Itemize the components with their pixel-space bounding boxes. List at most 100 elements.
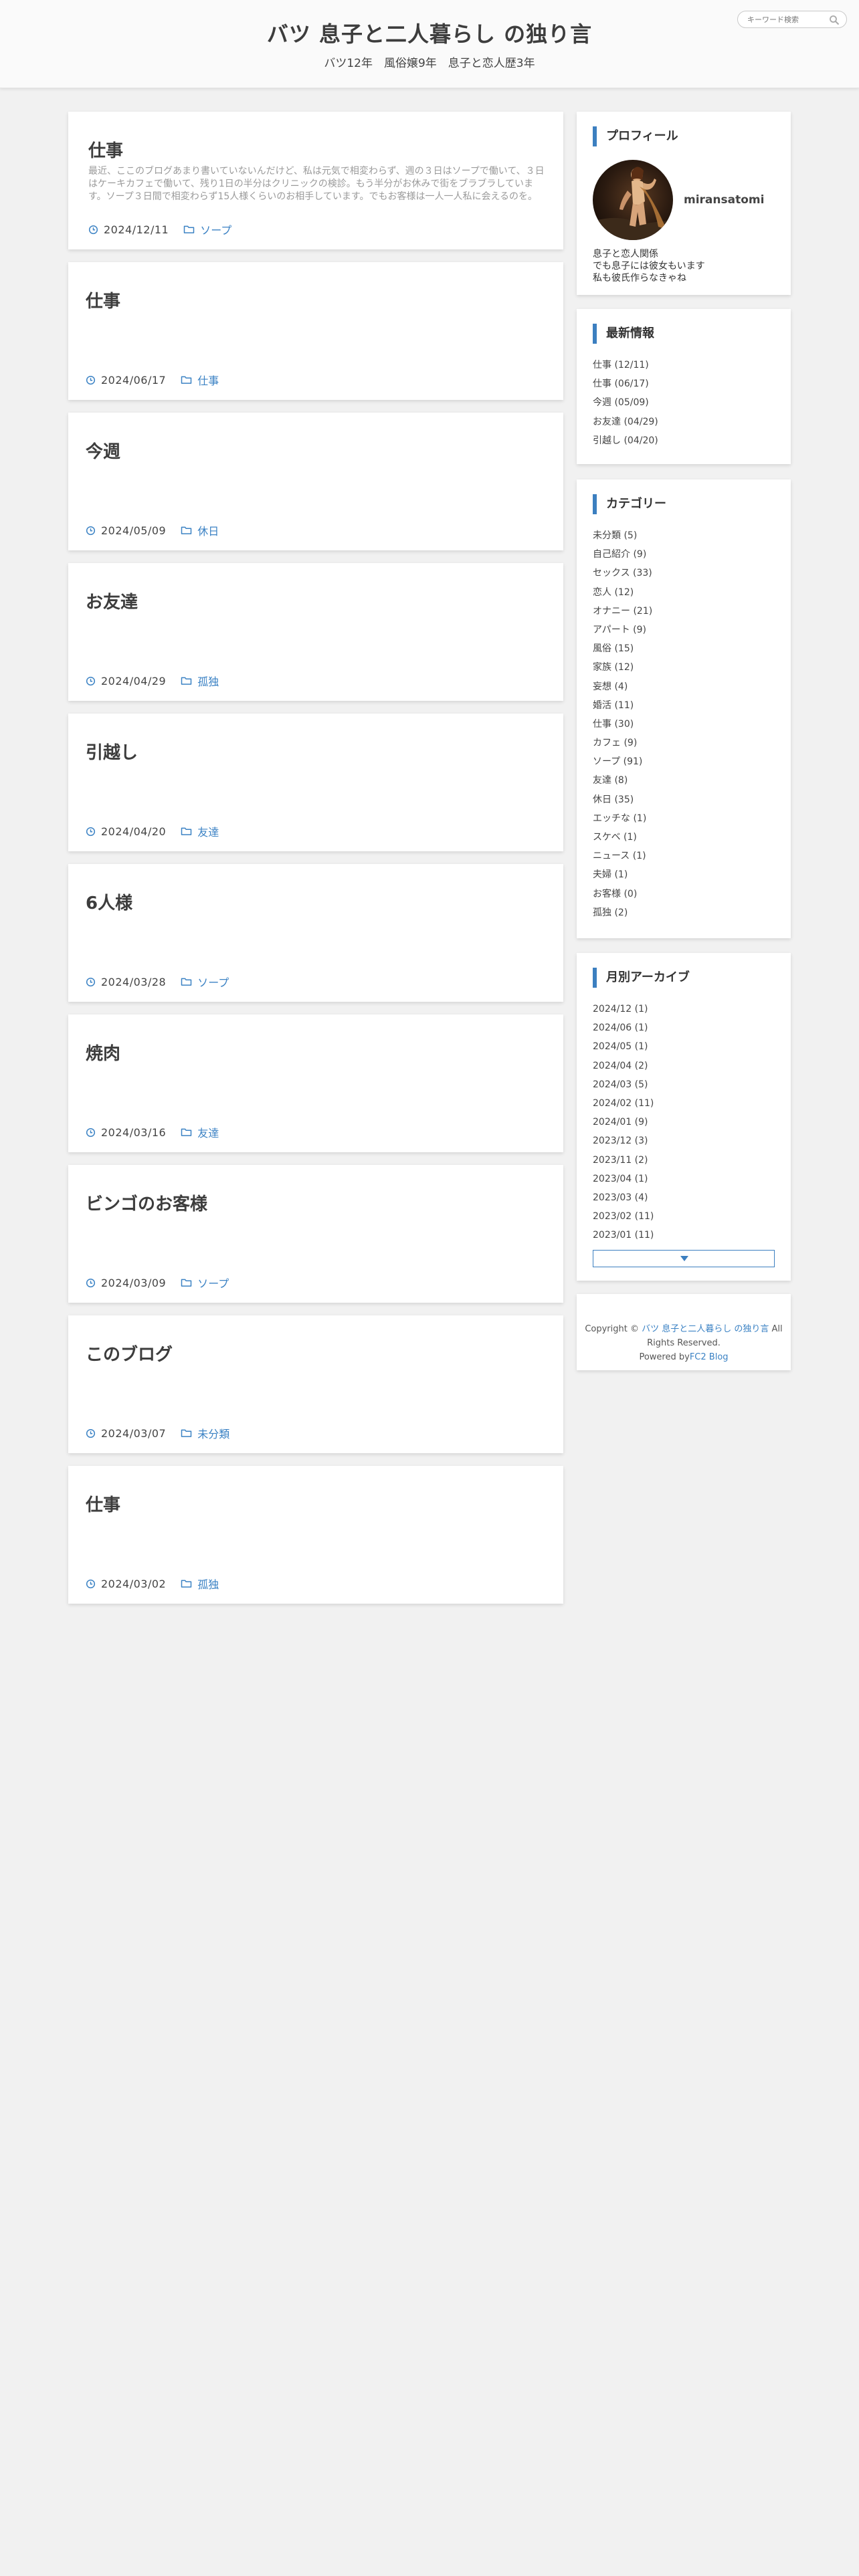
post-card: 今週 2024/05/09 休日 xyxy=(68,413,563,550)
powered-by-text: Powered by xyxy=(639,1352,690,1362)
list-item: 2024/02 (11) xyxy=(593,1097,654,1115)
category-link[interactable]: 休日 (35) xyxy=(593,794,634,805)
category-link[interactable]: 家族 (12) xyxy=(593,662,634,673)
post-category-link[interactable]: 友達 xyxy=(197,1124,219,1140)
post-title[interactable]: 仕事 xyxy=(88,137,123,162)
category-link[interactable]: 妄想 (4) xyxy=(593,681,628,692)
list-item: 2023/12 (3) xyxy=(593,1134,654,1153)
category-link[interactable]: 友達 (8) xyxy=(593,775,628,786)
archive-link[interactable]: 2023/02 (11) xyxy=(593,1211,654,1222)
archive-link[interactable]: 2023/04 (1) xyxy=(593,1174,648,1184)
post-date: 2024/03/07 xyxy=(101,1426,167,1440)
post-category-link[interactable]: ソープ xyxy=(197,974,229,990)
post-category-link[interactable]: ソープ xyxy=(197,1275,229,1291)
list-item: オナニー (21) xyxy=(593,605,652,623)
category-link[interactable]: 婚活 (11) xyxy=(593,700,634,711)
post-title[interactable]: 6人様 xyxy=(86,889,132,914)
search-input[interactable] xyxy=(747,13,826,25)
folder-icon xyxy=(183,225,195,233)
profile-bio-line: 息子と恋人関係 xyxy=(593,249,658,259)
recent-post-link[interactable]: 今週 (05/09) xyxy=(593,397,649,408)
list-item: 2023/11 (2) xyxy=(593,1154,654,1172)
archive-link[interactable]: 2023/01 (11) xyxy=(593,1230,654,1241)
post-title[interactable]: 今週 xyxy=(86,438,120,463)
archive-link[interactable]: 2024/04 (2) xyxy=(593,1061,648,1071)
search-box[interactable] xyxy=(737,11,847,28)
category-link[interactable]: 夫婦 (1) xyxy=(593,869,628,880)
archive-expand-button[interactable] xyxy=(593,1250,775,1267)
recent-post-link[interactable]: 引越し (04/20) xyxy=(593,435,658,446)
widget-title: カテゴリー xyxy=(593,494,666,514)
post-category-link[interactable]: 未分類 xyxy=(197,1425,229,1441)
post-category-link[interactable]: 孤独 xyxy=(197,1576,219,1592)
post-title[interactable]: 引越し xyxy=(86,739,138,764)
profile-name: miransatomi xyxy=(684,193,765,207)
post-title[interactable]: 仕事 xyxy=(86,288,120,312)
archive-link[interactable]: 2024/03 (5) xyxy=(593,1079,648,1090)
post-category-link[interactable]: 友達 xyxy=(197,823,219,839)
post-meta: 2024/03/02 孤独 xyxy=(86,1576,219,1592)
category-link[interactable]: 孤独 (2) xyxy=(593,907,628,918)
list-item: 恋人 (12) xyxy=(593,586,652,605)
search-icon[interactable] xyxy=(829,15,840,25)
fc2-blog-link[interactable]: FC2 Blog xyxy=(690,1352,729,1362)
caret-down-icon xyxy=(680,1256,688,1261)
post-date: 2024/03/16 xyxy=(101,1125,167,1139)
post-category-link[interactable]: 仕事 xyxy=(197,372,219,388)
folder-icon xyxy=(181,1128,192,1136)
profile-bio-line: 私も彼氏作らなきゃね xyxy=(593,273,686,284)
category-link[interactable]: お客様 (0) xyxy=(593,889,637,899)
category-link[interactable]: ソープ (91) xyxy=(593,756,642,767)
category-link[interactable]: オナニー (21) xyxy=(593,606,652,617)
list-item: スケベ (1) xyxy=(593,831,652,849)
list-item: 夫婦 (1) xyxy=(593,868,652,887)
list-item: 引越し (04/20) xyxy=(593,434,658,453)
category-link[interactable]: エッチな (1) xyxy=(593,813,646,824)
post-title[interactable]: お友達 xyxy=(86,588,138,613)
category-link[interactable]: 仕事 (30) xyxy=(593,719,634,730)
category-link[interactable]: 恋人 (12) xyxy=(593,587,634,598)
list-item: ソープ (91) xyxy=(593,755,652,774)
category-link[interactable]: 自己紹介 (9) xyxy=(593,549,646,560)
post-title[interactable]: 仕事 xyxy=(86,1491,120,1516)
post-card: 焼肉 2024/03/16 友達 xyxy=(68,1014,563,1152)
archive-link[interactable]: 2024/05 (1) xyxy=(593,1041,648,1052)
post-title[interactable]: このブログ xyxy=(86,1341,173,1366)
post-date: 2024/04/29 xyxy=(101,674,167,687)
clock-icon xyxy=(86,1428,96,1438)
category-link[interactable]: カフェ (9) xyxy=(593,738,637,748)
post-excerpt: 最近、ここのブログあまり書いていないんだけど、私は元気で相変わらず、週の３日はソ… xyxy=(88,166,545,202)
recent-post-link[interactable]: 仕事 (12/11) xyxy=(593,360,649,370)
site-home-link[interactable]: バツ 息子と二人暮らし の独り言 xyxy=(642,1324,769,1334)
post-date: 2024/03/28 xyxy=(101,975,167,988)
post-title[interactable]: ビンゴのお客様 xyxy=(86,1190,207,1215)
avatar xyxy=(593,160,673,240)
archive-link[interactable]: 2024/12 (1) xyxy=(593,1004,648,1014)
post-title[interactable]: 焼肉 xyxy=(86,1040,120,1065)
list-item: お客様 (0) xyxy=(593,887,652,906)
post-category-link[interactable]: 休日 xyxy=(197,522,219,538)
category-link[interactable]: アパート (9) xyxy=(593,625,646,635)
list-item: 友達 (8) xyxy=(593,774,652,792)
category-link[interactable]: 未分類 (5) xyxy=(593,530,637,541)
category-link[interactable]: ニュース (1) xyxy=(593,851,646,861)
profile-widget: プロフィール miransatomi 息子と恋人関係 でも息子には彼女もいます … xyxy=(577,112,791,295)
recent-post-link[interactable]: お友達 (04/29) xyxy=(593,417,658,427)
category-link[interactable]: 風俗 (15) xyxy=(593,643,634,654)
folder-icon xyxy=(181,677,192,685)
recent-post-link[interactable]: 仕事 (06/17) xyxy=(593,379,649,389)
archive-link[interactable]: 2024/06 (1) xyxy=(593,1023,648,1033)
post-category-link[interactable]: 孤独 xyxy=(197,673,219,689)
post-category-link[interactable]: ソープ xyxy=(200,221,231,237)
archive-link[interactable]: 2023/12 (3) xyxy=(593,1136,648,1146)
category-link[interactable]: セックス (33) xyxy=(593,568,652,578)
post-date: 2024/12/11 xyxy=(104,223,169,236)
clock-icon xyxy=(86,676,96,685)
archive-link[interactable]: 2024/01 (9) xyxy=(593,1117,648,1128)
archive-link[interactable]: 2023/11 (2) xyxy=(593,1155,648,1166)
archive-link[interactable]: 2023/03 (4) xyxy=(593,1192,648,1203)
category-link[interactable]: スケベ (1) xyxy=(593,832,637,843)
site-title[interactable]: バツ 息子と二人暮らし の独り言 xyxy=(0,17,859,48)
archive-link[interactable]: 2024/02 (11) xyxy=(593,1098,654,1109)
widget-title: 月別アーカイブ xyxy=(593,968,690,988)
